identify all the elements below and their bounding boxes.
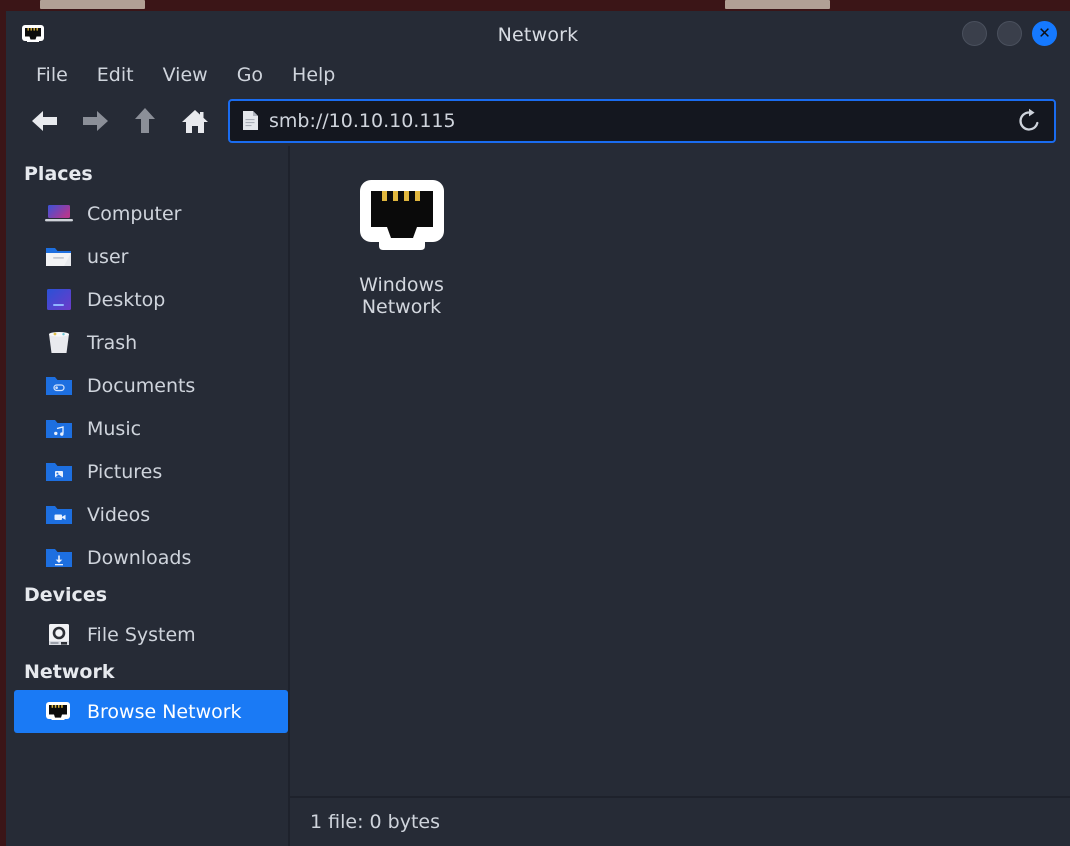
sidebar-item-user[interactable]: user [14,235,282,278]
menu-item-edit[interactable]: Edit [85,61,146,89]
network-port-icon [354,174,450,264]
maximize-button[interactable] [997,21,1022,46]
window-title: Network [497,24,579,46]
forward-button[interactable] [70,101,120,141]
sidebar-item-label: Videos [87,503,151,526]
videos-folder-icon [44,502,74,528]
sidebar-item-label: Computer [87,202,182,225]
home-icon [182,109,208,133]
sidebar-header-network: Network [24,661,115,683]
sidebar-item-label: Music [87,417,142,440]
path-text: smb://10.10.10.115 [269,109,456,132]
desktop-artifact [40,0,145,9]
menu-item-view[interactable]: View [151,61,220,89]
close-icon: ✕ [1038,24,1051,42]
document-icon [242,110,259,131]
sidebar-item-trash[interactable]: Trash [14,321,282,364]
sidebar-item-music[interactable]: Music [14,407,282,450]
file-item-windows-network[interactable]: Windows Network [314,168,489,324]
sidebar: Places Computer user Desktop Trash Docum… [6,146,288,846]
computer-icon [44,201,74,227]
file-view[interactable]: Windows Network 1 file: 0 bytes [290,146,1070,846]
file-grid: Windows Network [290,146,1070,324]
reload-icon [1019,108,1039,131]
close-button[interactable]: ✕ [1032,21,1057,46]
back-button[interactable] [20,101,70,141]
pictures-folder-icon [44,459,74,485]
trash-icon [44,330,74,356]
path-entry[interactable]: smb://10.10.10.115 [228,98,1056,143]
harddisk-icon [44,622,74,648]
music-folder-icon [44,416,74,442]
file-manager-window: Network ✕ File Edit View Go Help smb://1… [6,11,1070,846]
title-bar: Network ✕ [6,11,1070,55]
sidebar-item-label: user [87,245,129,268]
status-text: 1 file: 0 bytes [310,811,440,833]
reload-button[interactable] [1016,108,1042,134]
sidebar-item-file-system[interactable]: File System [14,613,282,656]
desktop-artifact [725,0,830,9]
menu-item-help[interactable]: Help [280,61,347,89]
sidebar-item-label: Pictures [87,460,163,483]
sidebar-item-computer[interactable]: Computer [14,192,282,235]
sidebar-item-videos[interactable]: Videos [14,493,282,536]
sidebar-header-places: Places [24,163,93,185]
window-body: Places Computer user Desktop Trash Docum… [6,146,1070,846]
menu-item-file[interactable]: File [24,61,80,89]
sidebar-item-desktop[interactable]: Desktop [14,278,282,321]
sidebar-item-downloads[interactable]: Downloads [14,536,282,579]
home-button[interactable] [170,101,220,141]
sidebar-header-devices: Devices [24,584,108,606]
sidebar-item-pictures[interactable]: Pictures [14,450,282,493]
sidebar-item-browse-network[interactable]: Browse Network [14,690,288,733]
sidebar-item-label: Trash [87,331,138,354]
up-button[interactable] [120,101,170,141]
downloads-folder-icon [44,545,74,571]
menu-bar: File Edit View Go Help [6,55,1070,95]
minimize-button[interactable] [962,21,987,46]
sidebar-item-documents[interactable]: Documents [14,364,282,407]
file-label: Windows Network [359,274,444,318]
home-folder-icon [44,244,74,270]
window-controls: ✕ [962,21,1057,46]
desktop-icon [44,287,74,313]
menu-item-go[interactable]: Go [225,61,275,89]
documents-folder-icon [44,373,74,399]
arrow-up-icon [135,107,155,133]
sidebar-item-label: Desktop [87,288,166,311]
network-port-icon [44,699,74,725]
navigation-toolbar: smb://10.10.10.115 [6,95,1070,146]
arrow-right-icon [83,110,108,131]
sidebar-item-label: Documents [87,374,196,397]
sidebar-item-label: Browse Network [87,700,242,723]
sidebar-item-label: Downloads [87,546,192,569]
status-bar: 1 file: 0 bytes [290,796,1070,846]
sidebar-item-label: File System [87,623,196,646]
arrow-left-icon [32,110,57,131]
